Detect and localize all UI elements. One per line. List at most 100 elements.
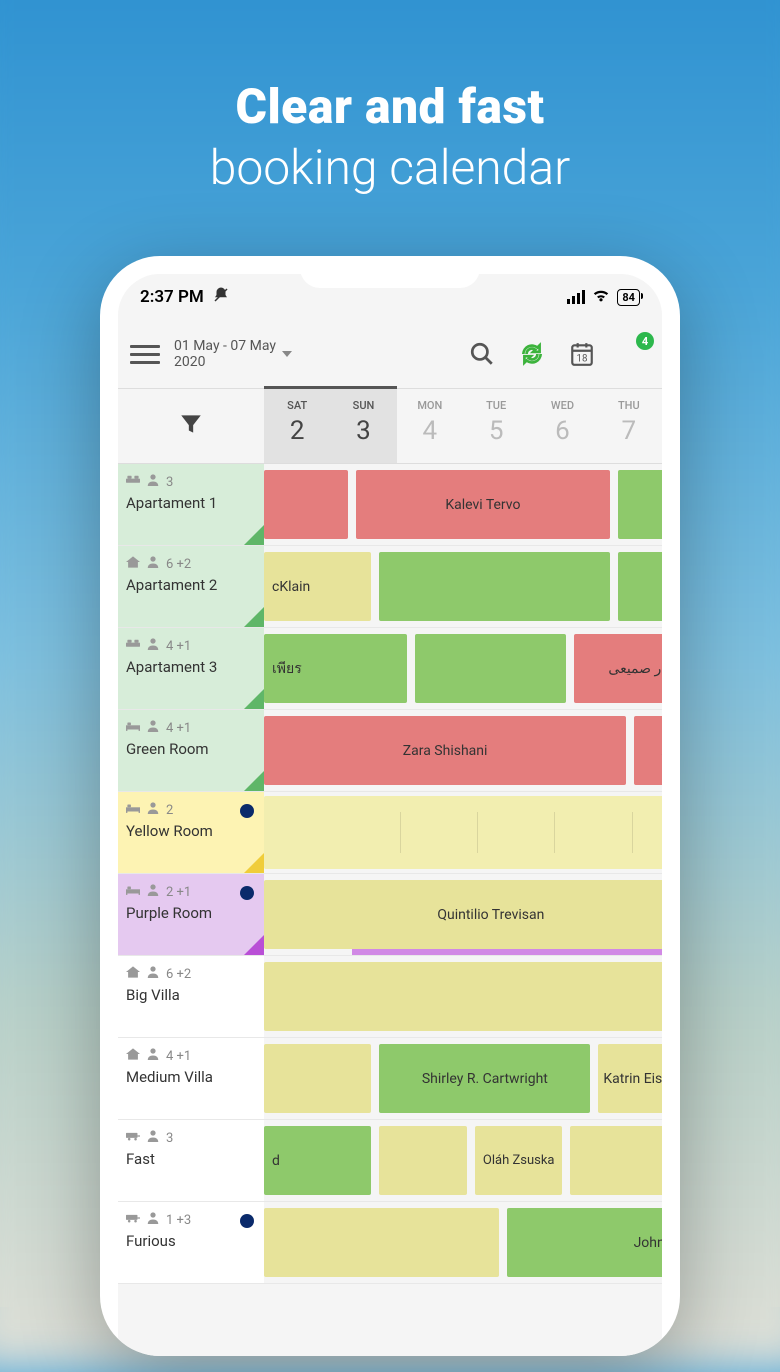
room-meta: 6 +2 [126, 966, 256, 982]
room-row: 2 Yellow Room [118, 792, 662, 874]
room-capacity: 4 +1 [166, 721, 191, 736]
menu-icon[interactable] [130, 340, 160, 369]
bookings-area[interactable]: Shirley R. CartwrightKatrin Eisenhauer [264, 1038, 662, 1119]
booking-block[interactable]: Oláh Zsuska [475, 1126, 563, 1195]
room-meta: 2 [126, 802, 256, 818]
room-corner [244, 771, 264, 791]
booking-block[interactable]: เพียร [264, 634, 407, 703]
booking-block[interactable]: Arsi [634, 716, 662, 785]
booking-block[interactable]: Zara Shishani [264, 716, 626, 785]
booking-block[interactable] [618, 552, 662, 621]
booking-block[interactable]: Shirley R. Cartwright [379, 1044, 590, 1113]
filter-icon [178, 411, 204, 441]
booking-block[interactable] [618, 470, 662, 539]
notifications-button[interactable]: 4 [614, 336, 650, 372]
sync-icon[interactable] [514, 336, 550, 372]
room-row: 4 +1 Green Room Zara Shishani Arsi [118, 710, 662, 792]
room-cell[interactable]: 1 +3 Furious [118, 1202, 264, 1283]
day-column[interactable]: WED6 [529, 389, 595, 463]
room-name: Big Villa [126, 986, 256, 1004]
room-cell[interactable]: 4 +1 Green Room [118, 710, 264, 791]
booking-block[interactable] [264, 1208, 499, 1277]
day-number: 3 [330, 416, 396, 446]
day-column[interactable]: THU7 [596, 389, 662, 463]
app-header: 01 May - 07 May 2020 18 4 [118, 320, 662, 388]
room-row: 3 Fast d Oláh Zsuska [118, 1120, 662, 1202]
bookings-area[interactable]: เพียร مهيار صمیعی [264, 628, 662, 709]
booking-block[interactable]: John Tobias [507, 1208, 662, 1277]
booking-block[interactable] [264, 796, 662, 869]
room-cell[interactable]: 2 +1 Purple Room [118, 874, 264, 955]
room-corner [244, 689, 264, 709]
calendar-grid[interactable]: 3 Apartament 1 Kalevi Tervo 6 +2 Apartam… [118, 464, 662, 1284]
bookings-area[interactable]: Quintilio Trevisan [264, 874, 662, 955]
booking-block[interactable] [379, 552, 610, 621]
room-capacity: 2 [166, 803, 173, 818]
booking-block[interactable]: d [264, 1126, 371, 1195]
day-column[interactable]: TUE5 [463, 389, 529, 463]
day-column[interactable]: MON4 [397, 389, 463, 463]
room-capacity: 6 +2 [166, 967, 191, 982]
room-corner [244, 607, 264, 627]
room-type-icon [126, 720, 140, 736]
headline-light: booking calendar [0, 139, 780, 196]
room-meta: 6 +2 [126, 556, 256, 572]
room-type-icon [126, 1130, 140, 1146]
phone-frame: 2:37 PM 84 01 May - 07 May 2020 [100, 256, 680, 1356]
room-cell[interactable]: 3 Fast [118, 1120, 264, 1201]
room-cell[interactable]: 6 +2 Big Villa [118, 956, 264, 1037]
bookings-area[interactable] [264, 792, 662, 873]
room-row: 3 Apartament 1 Kalevi Tervo [118, 464, 662, 546]
date-range-text: 01 May - 07 May [174, 338, 276, 354]
room-type-icon [126, 556, 140, 572]
booking-block[interactable] [264, 470, 348, 539]
filter-button[interactable] [118, 389, 264, 463]
room-name: Green Room [126, 740, 256, 758]
room-cell[interactable]: 4 +1 Medium Villa [118, 1038, 264, 1119]
person-icon [146, 884, 160, 900]
day-column[interactable]: SAT2 [264, 389, 330, 463]
booking-block[interactable] [264, 962, 662, 1031]
status-dot-icon [240, 886, 254, 900]
person-icon [146, 556, 160, 572]
room-type-icon [126, 884, 140, 900]
day-label: MON [397, 399, 463, 412]
booking-block[interactable]: Katrin Eisenhauer [598, 1044, 662, 1113]
day-number: 7 [596, 416, 662, 446]
room-cell[interactable]: 2 Yellow Room [118, 792, 264, 873]
battery-indicator: 84 [617, 289, 640, 306]
booking-block[interactable]: Quintilio Trevisan [264, 880, 662, 949]
room-row: 1 +3 Furious John Tobias [118, 1202, 662, 1284]
booking-underbar [352, 949, 662, 955]
bookings-area[interactable]: Zara Shishani Arsi [264, 710, 662, 791]
booking-block[interactable]: مهيار صمیعی [574, 634, 662, 703]
booking-block[interactable]: cKlain [264, 552, 371, 621]
booking-block[interactable] [264, 1044, 371, 1113]
notification-badge: 4 [636, 332, 654, 350]
person-icon [146, 1048, 160, 1064]
room-row: 6 +2 Apartament 2 cKlain [118, 546, 662, 628]
booking-block[interactable] [379, 1126, 467, 1195]
room-capacity: 3 [166, 475, 173, 490]
day-column[interactable]: SUN3 [330, 389, 396, 463]
booking-block[interactable]: Kalevi Tervo [356, 470, 611, 539]
bookings-area[interactable]: d Oláh Zsuska [264, 1120, 662, 1201]
calendar-icon[interactable]: 18 [564, 336, 600, 372]
bookings-area[interactable]: cKlain [264, 546, 662, 627]
room-capacity: 3 [166, 1131, 173, 1146]
date-range-picker[interactable]: 01 May - 07 May 2020 [174, 338, 292, 370]
date-year: 2020 [174, 354, 276, 370]
bookings-area[interactable] [264, 956, 662, 1037]
svg-text:18: 18 [577, 354, 588, 365]
booking-block[interactable] [415, 634, 566, 703]
person-icon [146, 1130, 160, 1146]
booking-block[interactable] [570, 1126, 662, 1195]
room-meta: 3 [126, 474, 256, 490]
room-cell[interactable]: 4 +1 Apartament 3 [118, 628, 264, 709]
room-cell[interactable]: 6 +2 Apartament 2 [118, 546, 264, 627]
bookings-area[interactable]: John Tobias [264, 1202, 662, 1283]
room-cell[interactable]: 3 Apartament 1 [118, 464, 264, 545]
day-number: 5 [463, 416, 529, 446]
search-icon[interactable] [464, 336, 500, 372]
bookings-area[interactable]: Kalevi Tervo [264, 464, 662, 545]
